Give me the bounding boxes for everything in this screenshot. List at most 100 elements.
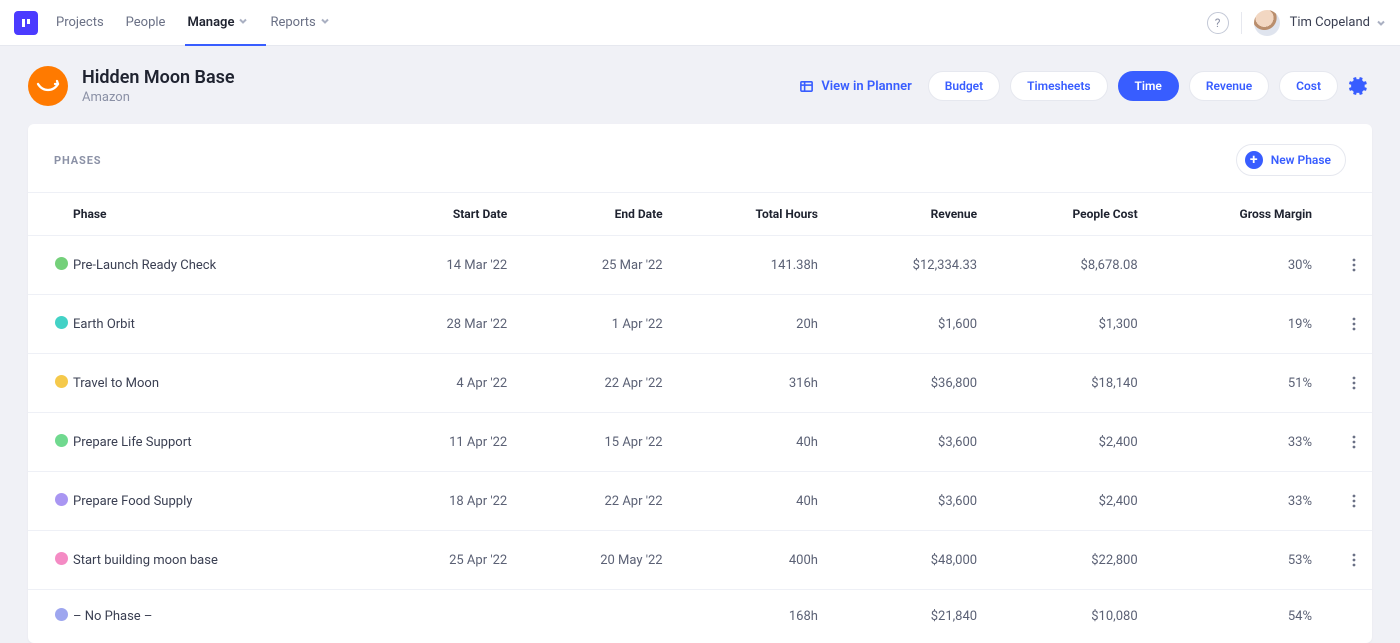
phase-margin: 33% — [1148, 472, 1322, 531]
phase-margin: 53% — [1148, 531, 1322, 590]
phase-start: 4 Apr '22 — [365, 354, 517, 413]
phase-name: Prepare Life Support — [73, 413, 365, 472]
phase-revenue: $3,600 — [828, 472, 987, 531]
view-in-planner-link[interactable]: View in Planner — [799, 79, 911, 94]
phase-end — [517, 590, 672, 643]
plus-icon: + — [1245, 151, 1263, 169]
user-name[interactable]: Tim Copeland — [1290, 15, 1370, 30]
help-icon[interactable]: ? — [1207, 12, 1229, 34]
phase-name: – No Phase – — [73, 590, 365, 643]
nav-tab-projects[interactable]: Projects — [56, 0, 104, 45]
col-start: Start Date — [365, 193, 517, 236]
phase-revenue: $3,600 — [828, 413, 987, 472]
logo-icon — [20, 17, 32, 29]
phase-revenue: $1,600 — [828, 295, 987, 354]
pill-time[interactable]: Time — [1118, 71, 1179, 101]
project-company: Amazon — [82, 90, 235, 105]
nav-tabs: Projects People Manage Reports — [56, 0, 330, 45]
chevron-down-icon — [320, 15, 330, 30]
nav-tab-label: People — [126, 15, 166, 30]
phase-hours: 168h — [673, 590, 828, 643]
row-actions-kebab[interactable] — [1346, 490, 1362, 512]
phase-start: 14 Mar '22 — [365, 236, 517, 295]
table-row: Earth Orbit28 Mar '221 Apr '2220h$1,600$… — [28, 295, 1372, 354]
pill-budget[interactable]: Budget — [928, 71, 1000, 101]
phase-color-dot — [55, 375, 68, 388]
phase-people-cost: $2,400 — [987, 413, 1148, 472]
table-row: Start building moon base25 Apr '2220 May… — [28, 531, 1372, 590]
phase-people-cost: $18,140 — [987, 354, 1148, 413]
phases-table-body: Pre-Launch Ready Check14 Mar '2225 Mar '… — [28, 236, 1372, 643]
phase-color-dot — [55, 493, 68, 506]
phase-start: 25 Apr '22 — [365, 531, 517, 590]
phase-hours: 316h — [673, 354, 828, 413]
phases-card-header: PHASES + New Phase — [28, 124, 1372, 192]
phase-name: Start building moon base — [73, 531, 365, 590]
phase-hours: 20h — [673, 295, 828, 354]
phase-color-dot — [55, 316, 68, 329]
phase-revenue: $21,840 — [828, 590, 987, 643]
nav-tab-label: Manage — [187, 15, 234, 30]
view-in-planner-label: View in Planner — [821, 79, 911, 94]
row-actions-kebab[interactable] — [1346, 431, 1362, 453]
divider — [1241, 12, 1242, 34]
nav-tab-people[interactable]: People — [126, 0, 166, 45]
table-row: Prepare Life Support11 Apr '2215 Apr '22… — [28, 413, 1372, 472]
col-hours: Total Hours — [673, 193, 828, 236]
nav-tab-manage[interactable]: Manage — [187, 0, 248, 45]
row-actions-kebab[interactable] — [1346, 549, 1362, 571]
pill-revenue[interactable]: Revenue — [1189, 71, 1269, 101]
phase-hours: 400h — [673, 531, 828, 590]
chevron-down-icon — [238, 15, 248, 30]
amazon-smile-icon — [35, 73, 61, 99]
phase-color-dot — [55, 552, 68, 565]
company-icon — [28, 66, 68, 106]
phase-revenue: $12,334.33 — [828, 236, 987, 295]
phase-people-cost: $22,800 — [987, 531, 1148, 590]
phases-section-label: PHASES — [54, 154, 101, 167]
phase-people-cost: $8,678.08 — [987, 236, 1148, 295]
top-nav: Projects People Manage Reports ? Tim Copela… — [0, 0, 1400, 46]
phase-hours: 141.38h — [673, 236, 828, 295]
phase-end: 1 Apr '22 — [517, 295, 672, 354]
table-row: Prepare Food Supply18 Apr '2222 Apr '224… — [28, 472, 1372, 531]
nav-tab-label: Reports — [270, 15, 315, 30]
project-titles: Hidden Moon Base Amazon — [82, 67, 235, 105]
phase-margin: 33% — [1148, 413, 1322, 472]
avatar[interactable] — [1254, 10, 1280, 36]
new-phase-button[interactable]: + New Phase — [1236, 144, 1346, 176]
pill-timesheets[interactable]: Timesheets — [1010, 71, 1107, 101]
phases-table: Phase Start Date End Date Total Hours Re… — [28, 192, 1372, 643]
nav-tab-label: Projects — [56, 15, 104, 30]
row-actions-kebab[interactable] — [1346, 372, 1362, 394]
phase-end: 20 May '22 — [517, 531, 672, 590]
phase-name: Earth Orbit — [73, 295, 365, 354]
phase-name: Prepare Food Supply — [73, 472, 365, 531]
pill-cost[interactable]: Cost — [1279, 71, 1338, 101]
phase-color-dot — [55, 434, 68, 447]
phase-start: 11 Apr '22 — [365, 413, 517, 472]
chevron-down-icon[interactable] — [1376, 13, 1386, 32]
phase-people-cost: $1,300 — [987, 295, 1148, 354]
col-revenue: Revenue — [828, 193, 987, 236]
nav-tab-reports[interactable]: Reports — [270, 0, 329, 45]
phase-margin: 54% — [1148, 590, 1322, 643]
row-actions-kebab[interactable] — [1346, 254, 1362, 276]
new-phase-label: New Phase — [1271, 153, 1331, 167]
settings-button[interactable] — [1344, 72, 1372, 100]
col-margin: Gross Margin — [1148, 193, 1322, 236]
phase-margin: 30% — [1148, 236, 1322, 295]
phase-revenue: $36,800 — [828, 354, 987, 413]
phase-hours: 40h — [673, 413, 828, 472]
phases-table-head: Phase Start Date End Date Total Hours Re… — [28, 193, 1372, 236]
phase-end: 15 Apr '22 — [517, 413, 672, 472]
table-row: Pre-Launch Ready Check14 Mar '2225 Mar '… — [28, 236, 1372, 295]
phase-end: 22 Apr '22 — [517, 354, 672, 413]
project-title: Hidden Moon Base — [82, 67, 235, 88]
phase-name: Pre-Launch Ready Check — [73, 236, 365, 295]
phase-revenue: $48,000 — [828, 531, 987, 590]
phase-people-cost: $10,080 — [987, 590, 1148, 643]
phase-color-dot — [55, 608, 68, 621]
app-logo[interactable] — [14, 11, 38, 35]
row-actions-kebab[interactable] — [1346, 313, 1362, 335]
